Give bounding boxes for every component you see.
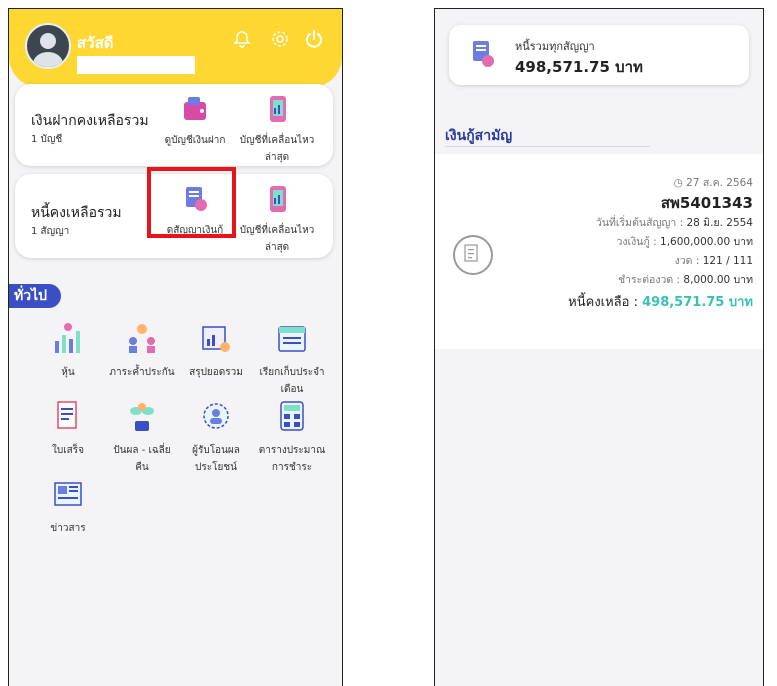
period-row: งวด : 121 / 111 xyxy=(674,255,753,267)
installment-row: ชำระต่องวด : 8,000.00 บาท xyxy=(617,274,753,286)
menu-beneficiary[interactable]: ผู้รับโอนผล ประโยชน์ xyxy=(177,399,255,476)
loan-date: 27 ส.ค. 2564 xyxy=(686,177,753,189)
debt-count: 1 สัญญา xyxy=(31,226,70,237)
power-icon[interactable] xyxy=(303,29,325,51)
document-icon xyxy=(453,235,493,275)
view-deposit-button[interactable]: ดูบัญชีเงินฝาก xyxy=(155,94,235,149)
balance-value: 498,571.75 บาท xyxy=(642,295,753,310)
recent-movement-button[interactable]: บัญชีที่เคลื่อนไหว ล่าสุด xyxy=(237,94,317,166)
phone-chart-icon xyxy=(270,96,286,122)
menu-shares[interactable]: หุ้น xyxy=(29,321,107,381)
user-name-field xyxy=(77,56,195,74)
greeting-text: สวัสดี xyxy=(77,34,114,52)
contract-number: สพ5401343 xyxy=(660,194,753,212)
shares-icon xyxy=(55,323,80,353)
plant-dividend-icon xyxy=(130,403,154,431)
menu-summary[interactable]: สรุปยอดรวม xyxy=(177,321,255,381)
total-debt-card: หนี้รวมทุกสัญญา 498,571.75 บาท xyxy=(449,25,749,85)
debt-recent-movement-button[interactable]: บัญชีที่เคลื่อนไหว ล่าสุด xyxy=(237,184,317,256)
receipt-icon xyxy=(57,401,77,429)
section-general-tab: ทั่วไป xyxy=(9,284,61,308)
people-guarantee-icon xyxy=(129,324,155,353)
phone-screen-loan-detail: หนี้รวมทุกสัญญา 498,571.75 บาท เงินกู้สา… xyxy=(434,8,764,686)
highlight-box xyxy=(147,167,236,238)
section-divider xyxy=(445,146,650,147)
total-debt-label: หนี้รวมทุกสัญญา xyxy=(515,40,595,53)
clock-icon: ◷ xyxy=(673,177,683,189)
total-debt-amount: 498,571.75 บาท xyxy=(515,58,643,76)
deposit-count: 1 บัญชี xyxy=(31,134,63,145)
menu-monthly-billing[interactable]: เรียกเก็บประจำ เดือน xyxy=(253,321,331,398)
start-date-row: วันที่เริ่มต้นสัญญา : 28 มิ.ย. 2554 xyxy=(595,217,753,229)
debt-title: หนี้คงเหลือรวม xyxy=(31,205,122,221)
header-bar: สวัสดี xyxy=(9,9,342,87)
menu-guarantee[interactable]: ภาระค้ำประกัน xyxy=(103,321,181,381)
calendar-icon xyxy=(278,326,306,352)
section-title: เงินกู้สามัญ xyxy=(445,128,513,144)
deposit-summary-card: เงินฝากคงเหลือรวม 1 บัญชี ดูบัญชีเงินฝาก… xyxy=(15,84,333,166)
balance-row: หนี้คงเหลือ : 498,571.75 บาท xyxy=(568,295,753,310)
loan-contract-icon xyxy=(473,41,494,67)
phone-screen-home: สวัสดี เงินฝากคงเหลือรวม 1 บัญชี ดูบัญชี… xyxy=(8,8,343,686)
summary-report-icon xyxy=(202,326,230,352)
deposit-title: เงินฝากคงเหลือรวม xyxy=(31,113,149,129)
menu-dividend[interactable]: ปันผล - เฉลี่ย คืน xyxy=(103,399,181,476)
gear-icon[interactable] xyxy=(269,29,291,51)
menu-news[interactable]: ข่าวสาร xyxy=(29,477,107,537)
calculator-icon xyxy=(280,401,304,431)
phone-chart-icon xyxy=(270,186,286,212)
menu-payment-estimate[interactable]: ตารางประมาณ การชำระ xyxy=(253,399,331,476)
beneficiary-icon xyxy=(203,403,229,429)
loan-detail-card[interactable]: ◷ 27 ส.ค. 2564 สพ5401343 วันที่เริ่มต้นส… xyxy=(435,154,763,349)
menu-receipt[interactable]: ใบเสร็จ xyxy=(29,399,107,459)
news-icon xyxy=(54,482,82,506)
wallet-icon xyxy=(184,97,206,120)
avatar[interactable] xyxy=(25,23,71,69)
date-row: ◷ 27 ส.ค. 2564 xyxy=(674,174,753,191)
bell-icon[interactable] xyxy=(231,29,253,51)
loan-limit-row: วงเงินกู้ : 1,600,000.00 บาท xyxy=(616,236,753,248)
